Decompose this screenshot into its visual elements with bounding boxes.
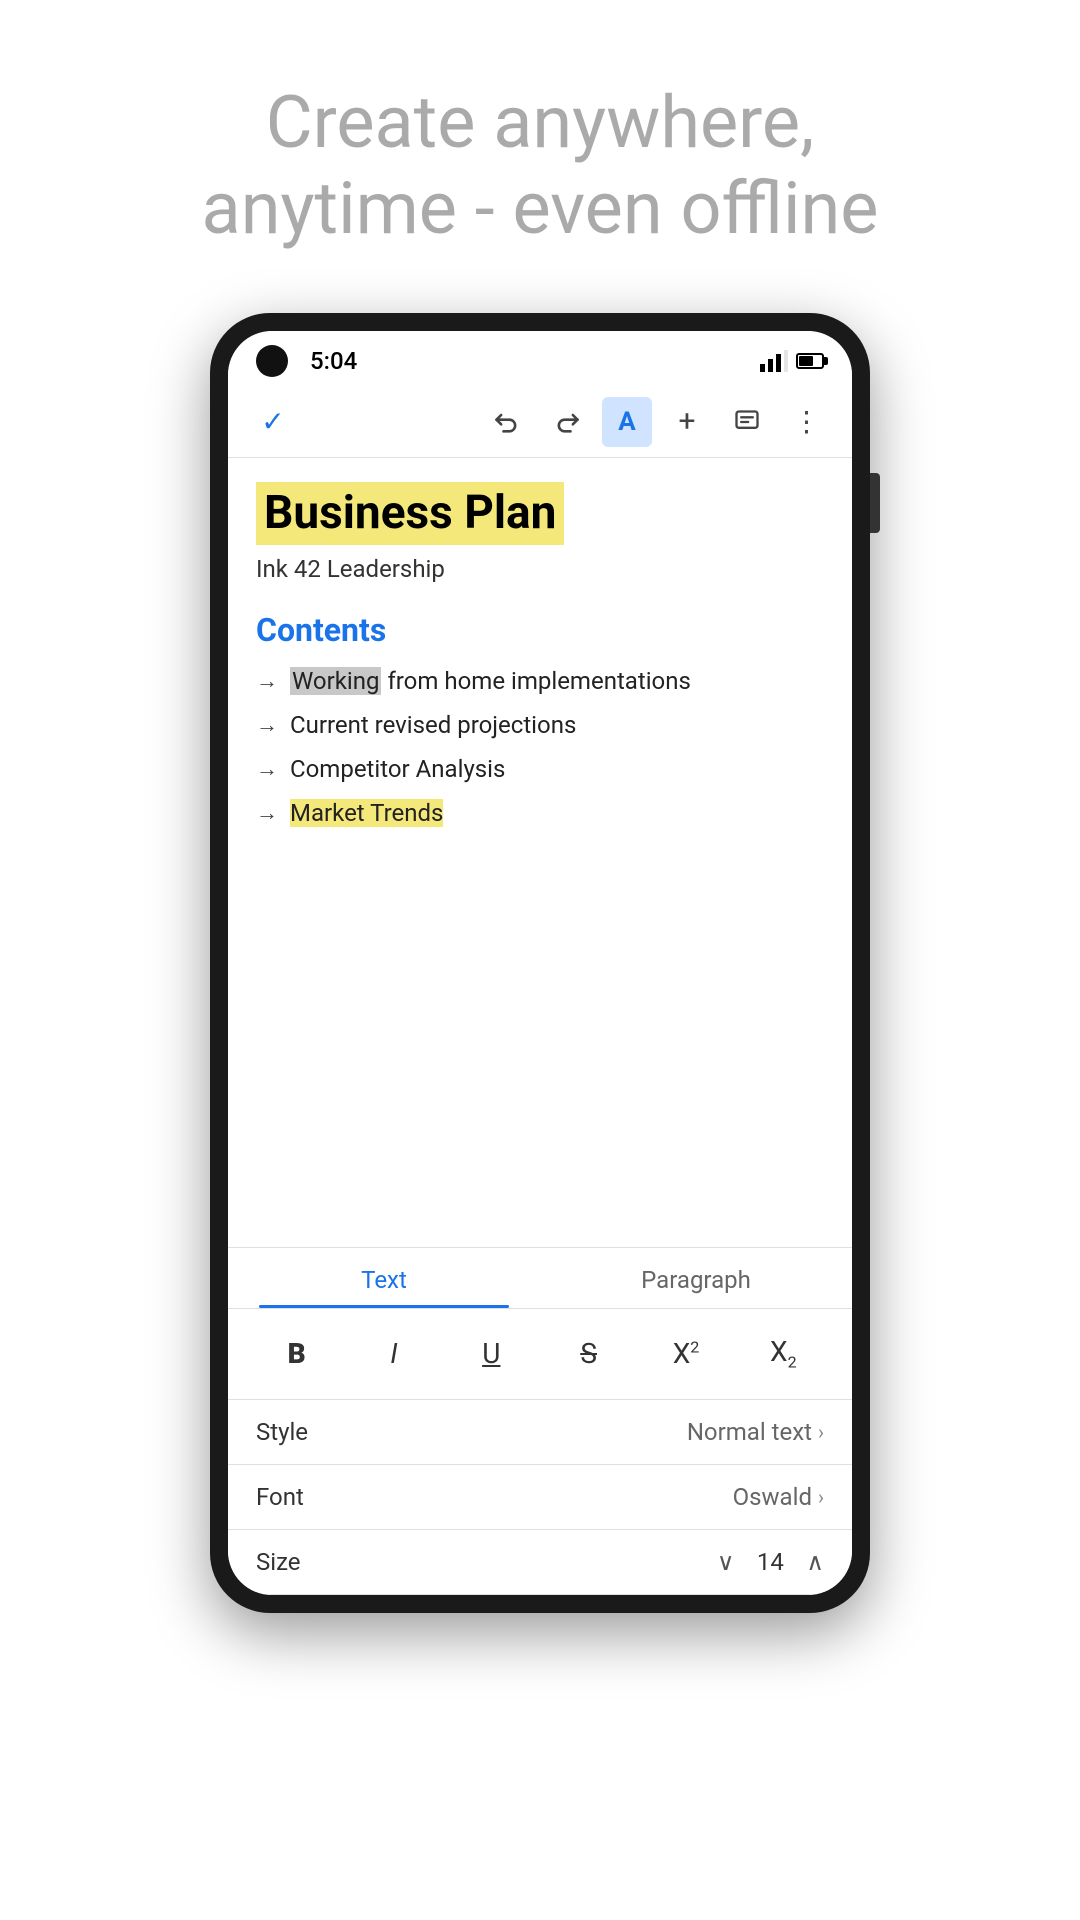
format-tabs: Text Paragraph	[228, 1248, 852, 1309]
bold-button[interactable]: B	[270, 1327, 324, 1381]
chevron-right-icon: ›	[818, 1420, 824, 1444]
text-format-button[interactable]: A	[602, 397, 652, 447]
status-time: 5:04	[310, 347, 357, 375]
arrow-icon: →	[256, 756, 278, 782]
phone-screen: 5:04 ✓	[228, 331, 852, 1595]
redo-button[interactable]	[542, 397, 592, 447]
font-value-text: Oswald	[733, 1483, 812, 1511]
list-item-text: Current revised projections	[290, 711, 576, 739]
section-title: Contents	[256, 611, 824, 649]
font-value[interactable]: Oswald ›	[733, 1483, 824, 1511]
highlighted-word: Working	[290, 667, 381, 695]
bottom-panel: Text Paragraph B I U	[228, 1247, 852, 1595]
header-line1: Create anywhere,	[266, 80, 815, 165]
app-toolbar: ✓ A	[228, 387, 852, 458]
document-subtitle: Ink 42 Leadership	[256, 555, 824, 583]
style-row[interactable]: Style Normal text ›	[228, 1400, 852, 1465]
list-item: → Working from home implementations	[256, 667, 824, 695]
size-increase-button[interactable]: ∧	[806, 1548, 824, 1576]
style-label: Style	[256, 1418, 308, 1446]
list-item: → Current revised projections	[256, 711, 824, 739]
arrow-icon: →	[256, 800, 278, 826]
checkmark-button[interactable]: ✓	[248, 397, 298, 447]
size-decrease-button[interactable]: ∨	[717, 1548, 735, 1576]
page-header: Create anywhere, anytime - even offline	[0, 0, 1080, 313]
size-row: Size ∨ 14 ∧	[228, 1530, 852, 1595]
list-item-text: Competitor Analysis	[290, 755, 505, 783]
style-value-text: Normal text	[687, 1418, 812, 1446]
size-control: ∨ 14 ∧	[717, 1548, 824, 1576]
phone-device: 5:04 ✓	[210, 313, 870, 1613]
signal-icon	[760, 350, 788, 372]
yellow-highlight: Market Trends	[290, 799, 443, 827]
comment-button[interactable]	[722, 397, 772, 447]
subscript-button[interactable]: X2	[756, 1327, 810, 1381]
arrow-icon: →	[256, 712, 278, 738]
camera-cutout	[256, 345, 288, 377]
phone-wrapper: 5:04 ✓	[0, 313, 1080, 1613]
undo-button[interactable]	[482, 397, 532, 447]
chevron-right-icon: ›	[818, 1485, 824, 1509]
status-bar-right	[760, 350, 824, 372]
strikethrough-button[interactable]: S	[562, 1327, 616, 1381]
document-content: Business Plan Ink 42 Leadership Contents…	[228, 458, 852, 1247]
header-line2: anytime - even offline	[202, 166, 879, 251]
status-bar-left: 5:04	[256, 345, 357, 377]
format-buttons-row: B I U S X2 X2	[228, 1309, 852, 1400]
list-item-text: Market Trends	[290, 799, 443, 827]
add-button[interactable]: +	[662, 397, 712, 447]
arrow-icon: →	[256, 668, 278, 694]
list-item: → Competitor Analysis	[256, 755, 824, 783]
italic-button[interactable]: I	[367, 1327, 421, 1381]
superscript-button[interactable]: X2	[659, 1327, 713, 1381]
status-bar: 5:04	[228, 331, 852, 387]
tab-paragraph[interactable]: Paragraph	[540, 1248, 852, 1308]
size-value: 14	[750, 1548, 790, 1576]
font-label: Font	[256, 1483, 304, 1511]
document-title: Business Plan	[256, 482, 564, 545]
list-item: → Market Trends	[256, 799, 824, 827]
list-item-text: Working from home implementations	[290, 667, 691, 695]
style-value[interactable]: Normal text ›	[687, 1418, 824, 1446]
tab-text[interactable]: Text	[228, 1248, 540, 1308]
battery-icon	[796, 353, 824, 369]
size-label: Size	[256, 1548, 301, 1576]
contents-list: → Working from home implementations → Cu…	[256, 667, 824, 827]
font-row[interactable]: Font Oswald ›	[228, 1465, 852, 1530]
underline-button[interactable]: U	[464, 1327, 518, 1381]
more-options-button[interactable]: ⋮	[782, 397, 832, 447]
